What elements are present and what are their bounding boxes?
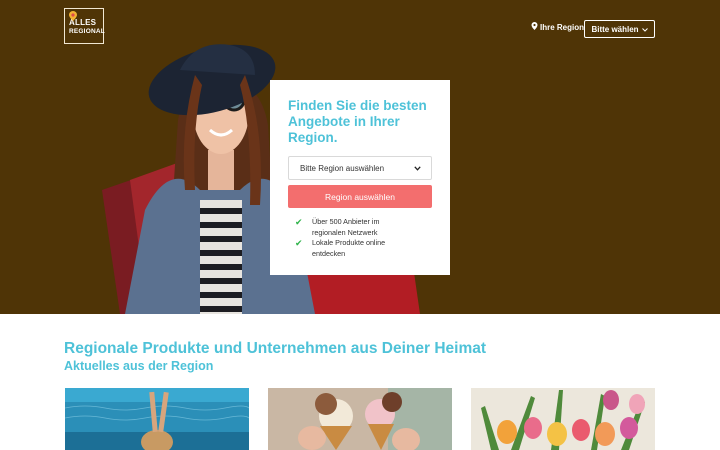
region-select-value: Bitte Region auswählen — [300, 163, 385, 173]
hero: ALLES REGIONAL Ihre Region Bitte wählen … — [0, 0, 720, 314]
news-image-pool[interactable] — [65, 388, 249, 450]
region-search-card: Finden Sie die besten Angebote in Ihrer … — [270, 80, 450, 275]
choose-region-label: Bitte wählen — [591, 24, 639, 34]
checkmark-icon: ✔ — [295, 238, 303, 248]
logo[interactable]: ALLES REGIONAL — [64, 8, 105, 44]
news-image-ice-cream[interactable] — [268, 388, 452, 450]
feature-text: Lokale Produkte online entdecken — [312, 238, 386, 258]
select-region-button[interactable]: Region auswählen — [288, 185, 432, 208]
news-image-tulips[interactable] — [471, 388, 655, 450]
nav-region-link[interactable]: Ihre Region — [531, 22, 584, 32]
checkmark-icon: ✔ — [295, 217, 303, 227]
feature-item: ✔ Über 500 Anbieter im regionalen Netzwe… — [288, 217, 432, 238]
section-subtitle: Aktuelles aus der Region — [64, 359, 214, 373]
chevron-down-icon — [414, 164, 421, 173]
chevron-down-icon — [641, 25, 648, 34]
feature-item: ✔ Lokale Produkte online entdecken — [288, 238, 432, 259]
region-select[interactable]: Bitte Region auswählen — [288, 156, 432, 180]
nav-region-label: Ihre Region — [540, 22, 585, 32]
feature-list: ✔ Über 500 Anbieter im regionalen Netzwe… — [288, 217, 432, 259]
feature-text: Über 500 Anbieter im regionalen Netzwerk — [312, 217, 380, 237]
location-pin-logo-icon — [69, 11, 77, 21]
section-title: Regionale Produkte und Unternehmen aus D… — [64, 340, 487, 357]
map-marker-icon — [531, 22, 538, 32]
logo-text-line-2: REGIONAL — [69, 28, 105, 35]
choose-region-button[interactable]: Bitte wählen — [584, 20, 655, 38]
card-title: Finden Sie die besten Angebote in Ihrer … — [288, 98, 427, 145]
